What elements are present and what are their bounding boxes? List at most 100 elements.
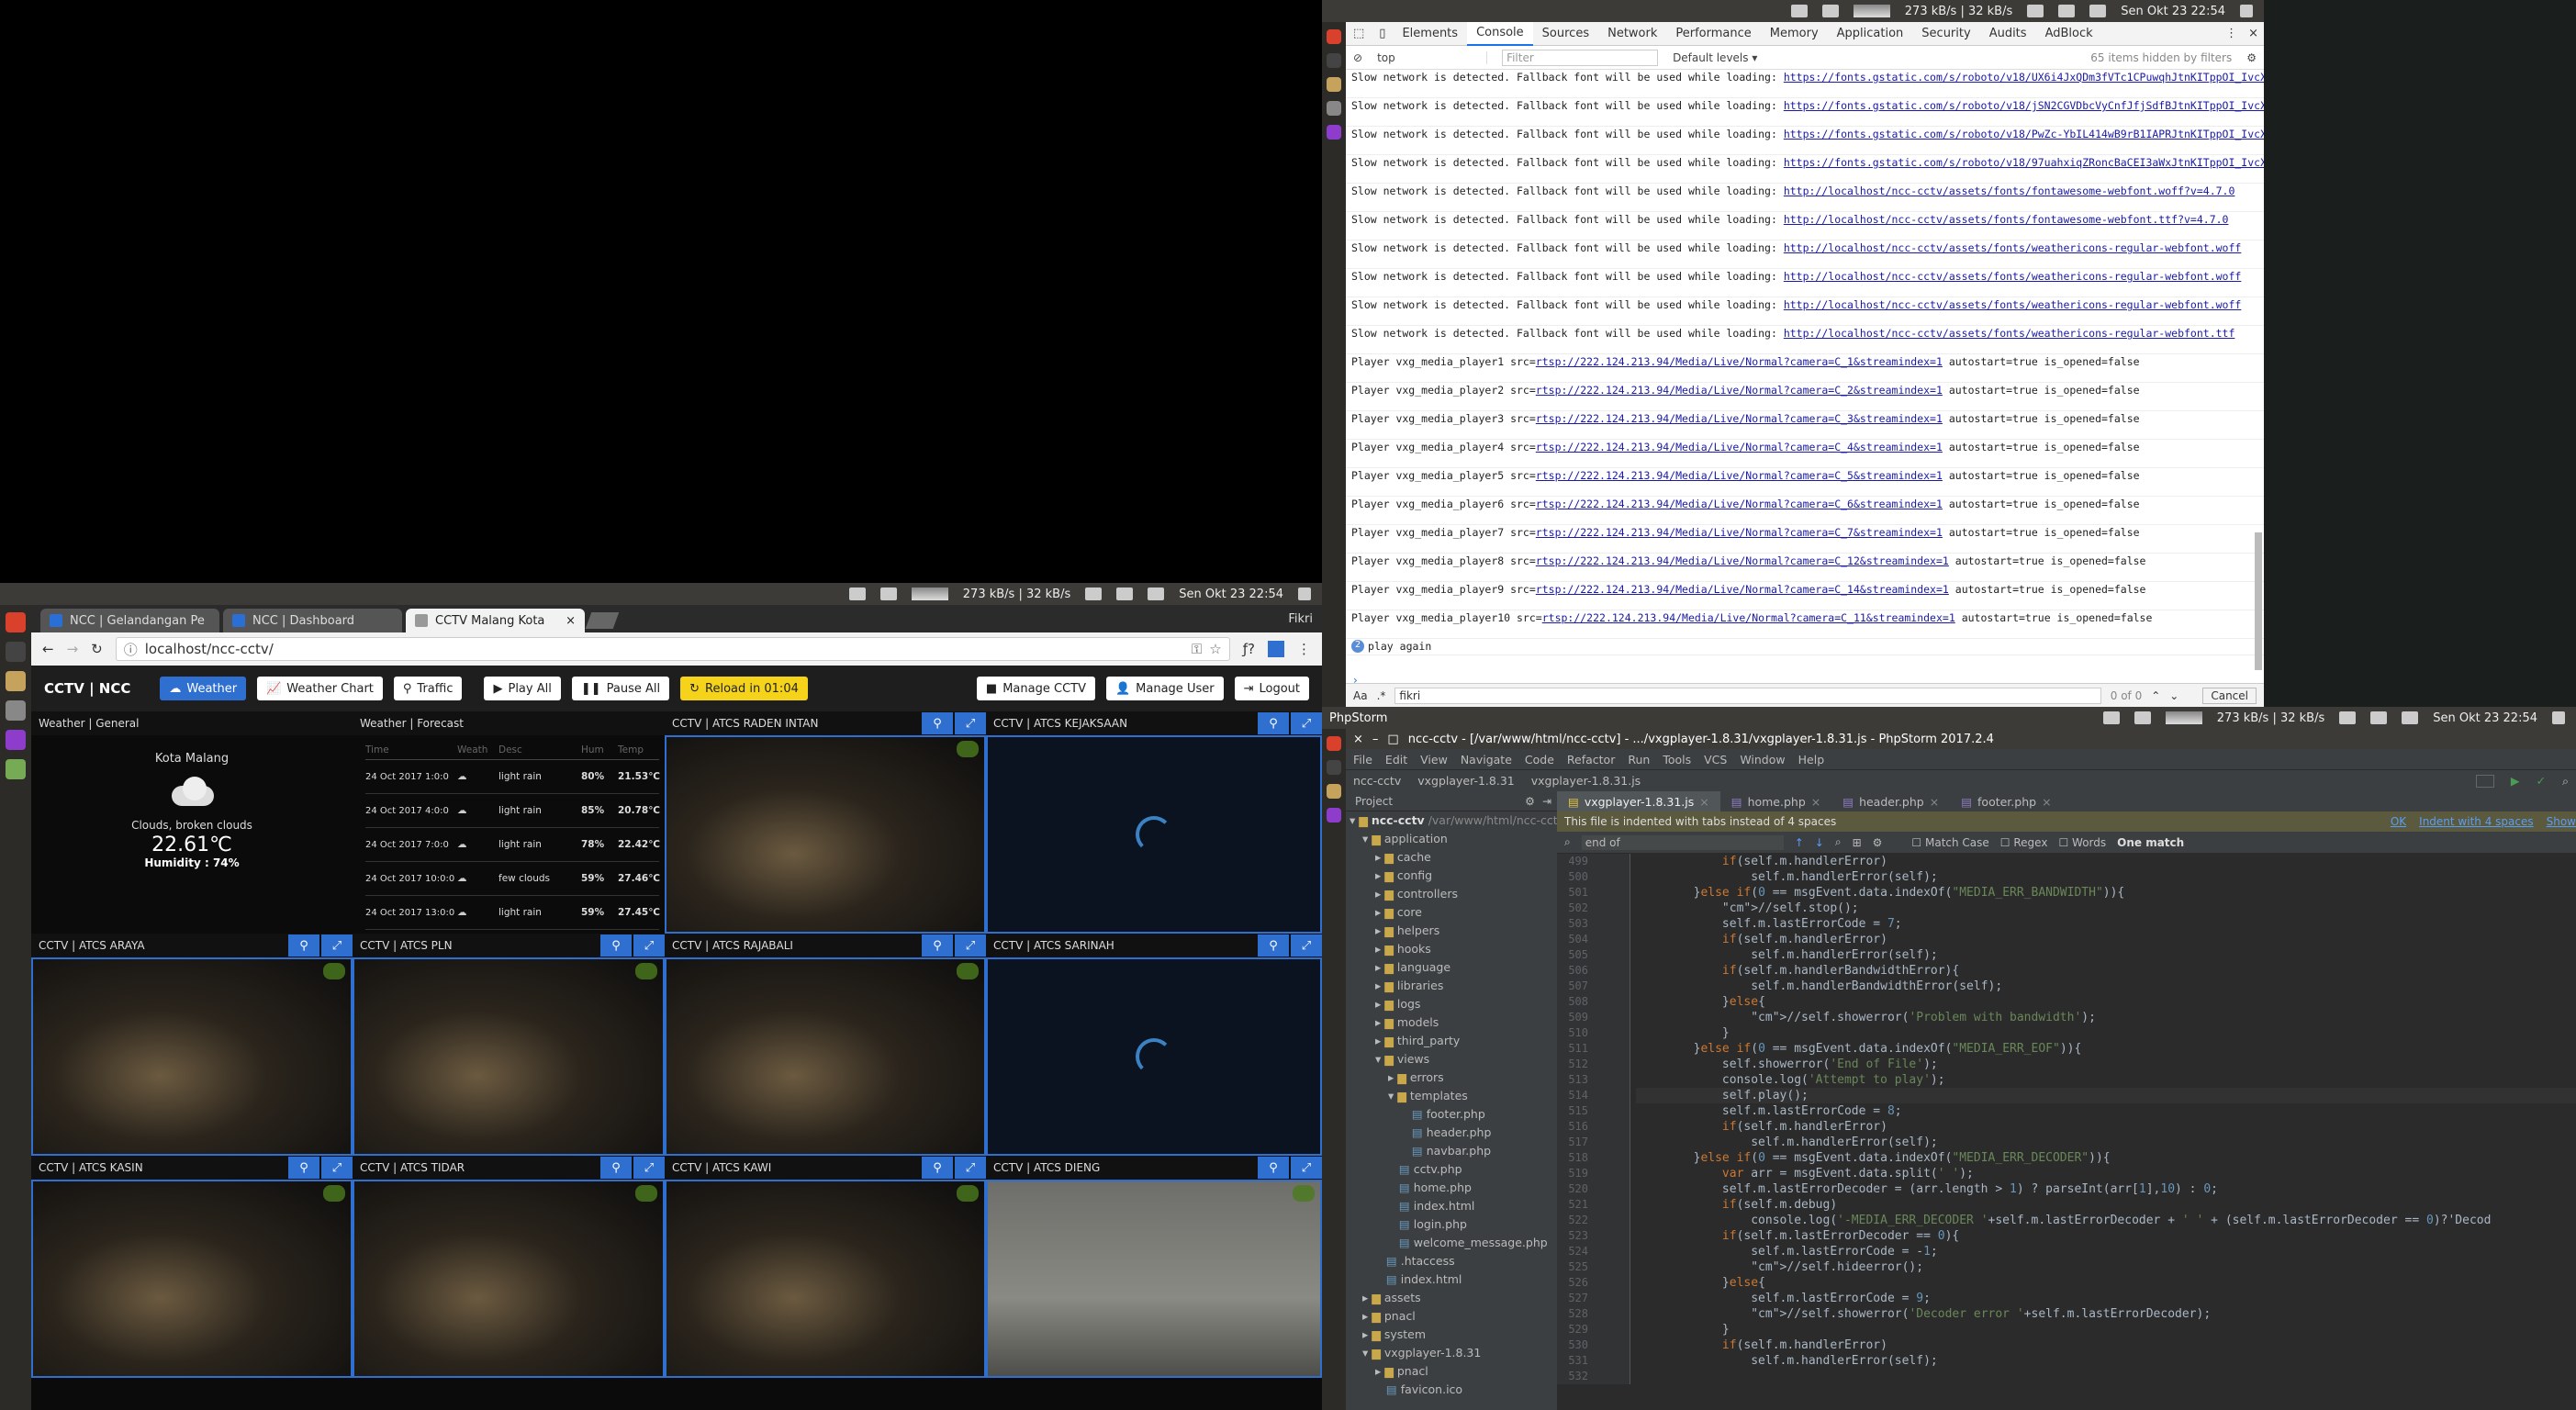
find-input[interactable]: fikri: [1394, 687, 2101, 704]
close-tab-icon[interactable]: ×: [1930, 795, 1939, 809]
log-link[interactable]: http://localhost/ncc-cctv/assets/fonts/f…: [1784, 213, 2229, 226]
clear-console-icon[interactable]: ⊘: [1353, 51, 1362, 64]
envelope-icon[interactable]: [2058, 5, 2076, 17]
close-window-icon[interactable]: ×: [1353, 733, 1363, 746]
match-case-checkbox[interactable]: ☐ Match Case: [1911, 836, 1988, 849]
search-everywhere-icon[interactable]: ⌕: [2562, 774, 2576, 789]
envelope-icon[interactable]: [1116, 588, 1134, 600]
tree-file[interactable]: ▤ header.php: [1350, 1124, 1557, 1142]
filter-input[interactable]: Filter: [1502, 49, 1659, 66]
video-player[interactable]: [986, 1180, 1322, 1378]
menu-view[interactable]: View: [1420, 753, 1448, 767]
chrome-launcher-icon[interactable]: [1327, 29, 1341, 44]
log-link[interactable]: http://localhost/ncc-cctv/assets/fonts/w…: [1784, 298, 2242, 311]
tree-folder[interactable]: ▸ ▆ system: [1350, 1326, 1557, 1344]
transfer-icon[interactable]: [1085, 588, 1103, 600]
files-launcher-icon[interactable]: [1327, 784, 1341, 799]
match-case-toggle[interactable]: Aa: [1353, 689, 1368, 702]
devtools-tab-elements[interactable]: Elements: [1393, 22, 1467, 46]
transfer-icon[interactable]: [2027, 5, 2044, 17]
video-player[interactable]: [665, 735, 986, 934]
mail-icon[interactable]: [2134, 711, 2151, 724]
log-link[interactable]: https://fonts.gstatic.com/s/roboto/v18/U…: [1784, 71, 2343, 84]
transfer-icon[interactable]: [2339, 711, 2357, 724]
tree-file[interactable]: ▤ favicon.ico: [1350, 1381, 1557, 1399]
fullscreen-button[interactable]: ⤢: [321, 934, 353, 957]
address-bar[interactable]: ⓘ localhost/ncc-cctv/ ⚿ ☆: [115, 637, 1230, 661]
menu-code[interactable]: Code: [1525, 753, 1554, 767]
gear-icon[interactable]: [1298, 588, 1311, 600]
project-hide-icon[interactable]: ⇥: [1542, 795, 1557, 808]
devtools-scrollbar[interactable]: [2255, 532, 2262, 670]
dropbox-icon[interactable]: [848, 588, 866, 600]
chrome-launcher-icon[interactable]: [1327, 736, 1341, 751]
map-marker-button[interactable]: ⚲: [600, 1157, 632, 1179]
pause-all-button[interactable]: ❚❚ Pause All: [571, 677, 670, 700]
fullscreen-button[interactable]: ⤢: [955, 1157, 986, 1179]
devtools-tab-sources[interactable]: Sources: [1533, 22, 1598, 46]
menu-icon[interactable]: ⋮: [1297, 641, 1311, 657]
log-link[interactable]: rtsp://222.124.213.94/Media/Live/Normal?…: [1536, 498, 1943, 510]
extension-icon[interactable]: [1268, 641, 1284, 657]
tree-folder[interactable]: ▸ ▆ hooks: [1350, 940, 1557, 958]
tree-folder[interactable]: ▸ ▆ errors: [1350, 1069, 1557, 1087]
editor-search-input[interactable]: end of: [1581, 834, 1784, 850]
mail-icon[interactable]: [879, 588, 897, 600]
map-marker-button[interactable]: ⚲: [922, 712, 953, 734]
tree-folder[interactable]: ▸ ▆ language: [1350, 958, 1557, 977]
menu-tools[interactable]: Tools: [1663, 753, 1691, 767]
regex-checkbox[interactable]: ☐ Regex: [2000, 836, 2048, 849]
phpstorm-launcher-icon[interactable]: [6, 730, 26, 750]
log-link[interactable]: http://localhost/ncc-cctv/assets/fonts/w…: [1784, 270, 2242, 283]
weather-chart-button[interactable]: 📈 Weather Chart: [257, 677, 383, 700]
menu-run[interactable]: Run: [1628, 753, 1650, 767]
menu-vcs[interactable]: VCS: [1704, 753, 1727, 767]
tree-folder[interactable]: ▸ ▆ cache: [1350, 848, 1557, 867]
log-link[interactable]: https://fonts.gstatic.com/s/roboto/v18/j…: [1784, 99, 2343, 112]
tree-file[interactable]: ▤ navbar.php: [1350, 1142, 1557, 1160]
tree-file[interactable]: ▤ home.php: [1350, 1179, 1557, 1197]
notice-indent-link[interactable]: Indent with 4 spaces: [2419, 815, 2533, 828]
log-link[interactable]: rtsp://222.124.213.94/Media/Live/Normal?…: [1536, 384, 1943, 397]
tree-folder[interactable]: ▸ ▆ core: [1350, 903, 1557, 922]
tree-file[interactable]: ▤ cctv.php: [1350, 1160, 1557, 1179]
prev-occurrence-icon[interactable]: ↑: [1795, 836, 1804, 849]
find-prev-icon[interactable]: ⌃: [2151, 689, 2160, 702]
video-player[interactable]: [986, 735, 1322, 934]
tree-folder[interactable]: ▸ ▆ config: [1350, 867, 1557, 885]
volume-icon[interactable]: [1148, 588, 1165, 600]
code-content[interactable]: if(self.m.handlerError) self.m.handlerEr…: [1630, 854, 2576, 1384]
volume-icon[interactable]: [2402, 711, 2419, 724]
devtools-tab-console[interactable]: Console: [1467, 21, 1533, 46]
tree-folder[interactable]: ▸ ▆ assets: [1350, 1289, 1557, 1307]
devtools-tab-memory[interactable]: Memory: [1761, 22, 1828, 46]
tree-folder[interactable]: ▸ ▆ pnacl: [1350, 1362, 1557, 1381]
video-player[interactable]: [31, 1180, 353, 1378]
run-icon[interactable]: ▶: [2511, 774, 2520, 788]
map-marker-button[interactable]: ⚲: [288, 934, 319, 957]
fullscreen-button[interactable]: ⤢: [955, 934, 986, 957]
crumb-folder[interactable]: vxgplayer-1.8.31: [1417, 774, 1515, 788]
video-player[interactable]: [986, 957, 1322, 1156]
context-select[interactable]: top: [1377, 50, 1488, 64]
crumb-project[interactable]: ncc-cctv: [1353, 774, 1401, 788]
tree-folder[interactable]: ▸ ▆ third_party: [1350, 1032, 1557, 1050]
tree-folder[interactable]: ▸ ▆ pnacl: [1350, 1307, 1557, 1326]
fullscreen-button[interactable]: ⤢: [1291, 712, 1322, 734]
phpstorm-launcher-icon[interactable]: [1327, 808, 1341, 822]
close-tab-icon[interactable]: ×: [1811, 795, 1820, 809]
devtools-tab-performance[interactable]: Performance: [1666, 22, 1760, 46]
reload-icon[interactable]: ↻: [91, 641, 103, 657]
tree-folder[interactable]: ▸ ▆ controllers: [1350, 885, 1557, 903]
editor-launcher-icon[interactable]: [6, 700, 26, 721]
filter-icon[interactable]: ⚙: [1873, 836, 1883, 849]
editor-tab[interactable]: ▤ home.php ×: [1720, 791, 1832, 811]
menu-edit[interactable]: Edit: [1385, 753, 1407, 767]
tree-file[interactable]: ▤ index.html: [1350, 1270, 1557, 1289]
tree-file[interactable]: ▤ index.html: [1350, 1197, 1557, 1215]
words-checkbox[interactable]: ☐ Words: [2058, 836, 2106, 849]
map-marker-button[interactable]: ⚲: [922, 934, 953, 957]
key-icon[interactable]: ⚿: [1192, 641, 1202, 657]
map-marker-button[interactable]: ⚲: [600, 934, 632, 957]
tree-folder[interactable]: ▸ ▆ helpers: [1350, 922, 1557, 940]
